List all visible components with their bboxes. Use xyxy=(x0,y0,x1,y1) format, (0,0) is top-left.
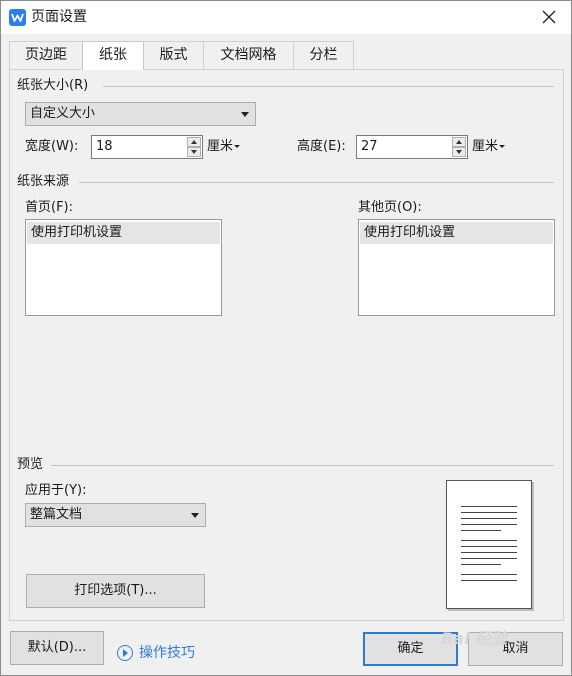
preview-text-line xyxy=(461,580,517,581)
paper-size-select[interactable]: 自定义大小 xyxy=(25,102,256,126)
chevron-down-icon xyxy=(241,112,249,117)
arrow-down-icon xyxy=(456,150,462,154)
height-increment-button[interactable] xyxy=(452,137,466,147)
other-pages-listbox[interactable]: 使用打印机设置 xyxy=(358,219,555,316)
apply-to-label: 应用于(Y): xyxy=(25,483,87,498)
preview-text-line xyxy=(461,558,517,559)
tips-link[interactable]: 操作技巧 xyxy=(139,643,195,663)
preview-group-label: 预览 xyxy=(17,457,44,472)
print-options-button[interactable]: 打印选项(T)... xyxy=(26,574,205,608)
preview-text-line xyxy=(461,540,517,541)
preview-text-line xyxy=(461,564,501,565)
list-item[interactable]: 使用打印机设置 xyxy=(360,222,553,244)
height-label: 高度(E): xyxy=(297,139,346,154)
preview-text-line xyxy=(461,524,517,525)
height-value: 27 xyxy=(361,139,378,154)
paper-source-group-label: 纸张来源 xyxy=(17,174,70,189)
tab-margins[interactable]: 页边距 xyxy=(9,41,83,69)
preview-text-line xyxy=(461,546,517,547)
tab-paper[interactable]: 纸张 xyxy=(82,41,144,70)
paper-size-divider xyxy=(103,86,554,87)
width-decrement-button[interactable] xyxy=(187,147,201,157)
preview-text-line xyxy=(461,518,517,519)
width-spinbox[interactable]: 18 xyxy=(91,135,203,159)
page-preview-thumbnail xyxy=(446,480,532,609)
page-setup-dialog: 页面设置 页边距 纸张 版式 文档网格 分栏 纸张大小(R) 自定义大小 宽度(… xyxy=(0,0,572,676)
chevron-down-icon xyxy=(499,145,506,148)
arrow-up-icon xyxy=(456,140,462,144)
preview-text-line xyxy=(461,574,517,575)
width-unit-label: 厘米 xyxy=(207,139,234,154)
tab-columns[interactable]: 分栏 xyxy=(293,41,354,69)
tab-layout[interactable]: 版式 xyxy=(143,41,204,69)
paper-size-select-value: 自定义大小 xyxy=(30,106,96,121)
preview-text-line xyxy=(461,552,517,553)
close-button[interactable] xyxy=(529,3,569,31)
height-unit-label: 厘米 xyxy=(472,139,499,154)
preview-divider xyxy=(51,465,554,466)
chevron-down-icon xyxy=(234,145,241,148)
height-decrement-button[interactable] xyxy=(452,147,466,157)
preview-text-line xyxy=(461,512,517,513)
width-unit-dropdown[interactable]: 厘米 xyxy=(207,138,241,156)
arrow-up-icon xyxy=(191,140,197,144)
arrow-down-icon xyxy=(191,150,197,154)
window-title: 页面设置 xyxy=(31,9,87,25)
close-icon xyxy=(542,10,556,24)
watermark-logo: Bai 经验 xyxy=(441,629,508,648)
tab-document-grid[interactable]: 文档网格 xyxy=(203,41,294,69)
first-page-listbox[interactable]: 使用打印机设置 xyxy=(25,219,222,316)
width-increment-button[interactable] xyxy=(187,137,201,147)
apply-to-select-value: 整篇文档 xyxy=(30,507,83,522)
first-page-label: 首页(F): xyxy=(25,200,74,215)
height-spinbox[interactable]: 27 xyxy=(356,135,468,159)
paper-source-divider xyxy=(79,182,554,183)
paper-size-group-label: 纸张大小(R) xyxy=(17,78,89,93)
width-value: 18 xyxy=(96,139,113,154)
apply-to-select[interactable]: 整篇文档 xyxy=(25,503,206,527)
preview-text-line xyxy=(461,530,501,531)
default-button[interactable]: 默认(D)... xyxy=(10,631,104,665)
tab-bar: 页边距 纸张 版式 文档网格 分栏 xyxy=(9,41,564,70)
chevron-down-icon xyxy=(191,513,199,518)
wps-app-icon xyxy=(9,9,26,26)
height-stepper xyxy=(452,137,466,157)
width-stepper xyxy=(187,137,201,157)
title-bar: 页面设置 xyxy=(1,1,571,34)
list-item[interactable]: 使用打印机设置 xyxy=(27,222,220,244)
width-label: 宽度(W): xyxy=(25,139,79,154)
play-circle-icon[interactable] xyxy=(117,645,133,661)
preview-text-line xyxy=(461,506,517,507)
height-unit-dropdown[interactable]: 厘米 xyxy=(472,138,506,156)
other-pages-label: 其他页(O): xyxy=(358,200,422,215)
